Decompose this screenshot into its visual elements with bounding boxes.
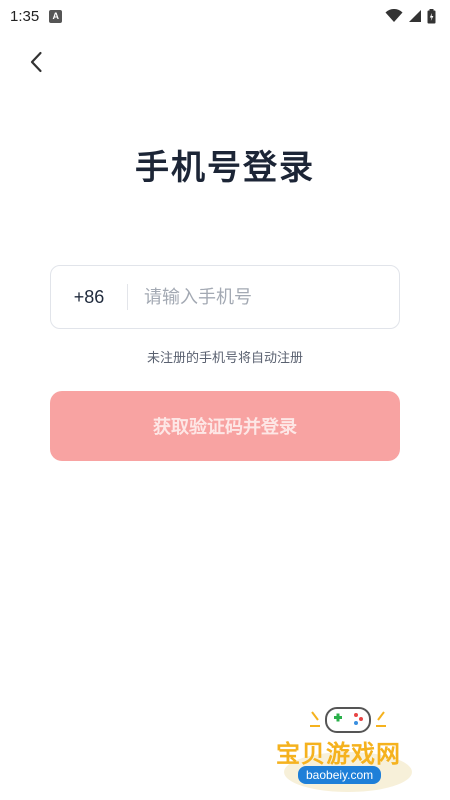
get-code-login-button[interactable]: 获取验证码并登录 [50,391,400,461]
status-time: 1:35 [10,7,40,25]
phone-input[interactable] [128,266,399,328]
watermark-url: baobeiy.com [298,766,382,784]
signal-icon [409,10,421,22]
phone-input-group: +86 [50,265,400,329]
notification-icon: A [49,9,63,23]
status-icons [385,8,436,24]
battery-icon [427,8,436,23]
country-code-selector[interactable]: +86 [51,287,127,308]
wifi-icon [385,9,403,22]
chevron-left-icon [30,51,42,73]
back-button[interactable] [22,48,50,76]
watermark-logo: 宝贝游戏网 baobeiy.com [268,700,428,795]
auto-register-hint: 未注册的手机号将自动注册 [146,351,303,366]
status-bar: 1:35 A [0,0,450,32]
watermark-site-name: 宝贝游戏网 [276,740,401,768]
page-title: 手机号登录 [135,148,315,188]
status-left: 1:35 A [10,7,63,25]
